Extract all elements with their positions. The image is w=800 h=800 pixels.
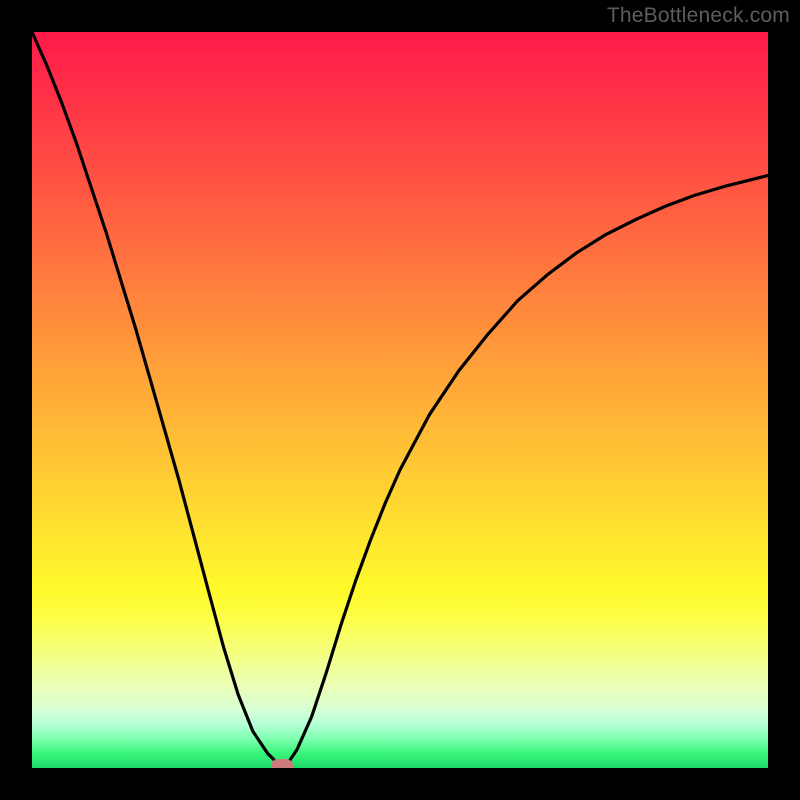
watermark-text: TheBottleneck.com — [607, 4, 790, 28]
chart-frame: TheBottleneck.com — [0, 0, 800, 800]
curve-layer — [32, 32, 768, 768]
plot-area — [32, 32, 768, 768]
optimal-point-marker — [271, 759, 293, 768]
bottleneck-curve — [32, 32, 768, 764]
